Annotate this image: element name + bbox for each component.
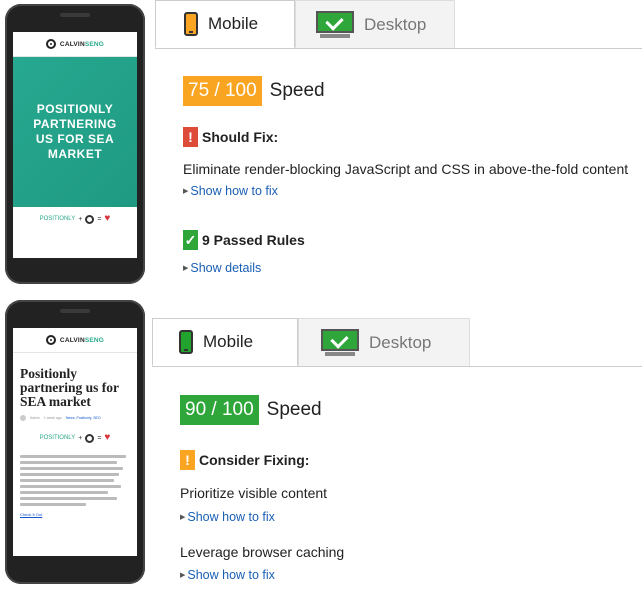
score-badge: 75 / 100	[183, 76, 262, 106]
phone-screen-bottom: CALVINSENG Positionly partnering us for …	[13, 328, 137, 556]
device-tabs-bottom: Mobile Desktop	[152, 318, 642, 367]
hero-title: POSITIONLY PARTNERING US FOR SEA MARKET	[33, 102, 117, 161]
passed-rules-heading: ✓ 9 Passed Rules	[183, 230, 305, 250]
positionly-logo: POSITIONLY	[39, 435, 76, 441]
desktop-monitor-icon	[321, 328, 359, 357]
article-body	[20, 455, 130, 506]
show-how-label: Show how to fix	[187, 510, 275, 524]
phone-mockup-top: CALVINSENG POSITIONLY PARTNERING US FOR …	[5, 4, 145, 284]
calvinseng-logo-icon	[85, 214, 95, 224]
rule-render-blocking: Eliminate render-blocking JavaScript and…	[183, 161, 629, 177]
exclamation-icon: !	[183, 127, 198, 147]
rule-browser-caching: Leverage browser caching	[180, 544, 345, 560]
speed-score-row: 75 / 100 Speed	[183, 76, 325, 106]
partner-row: POSITIONLY + = ♥	[13, 427, 137, 449]
rule-prioritize-visible: Prioritize visible content	[180, 485, 328, 501]
phone-speaker	[60, 13, 90, 17]
heart-icon: ♥	[104, 432, 111, 443]
triangle-right-icon: ▶	[180, 572, 186, 579]
triangle-right-icon: ▶	[183, 265, 189, 272]
score-badge: 90 / 100	[180, 395, 259, 425]
site-logo: CALVINSENG	[59, 336, 105, 344]
bottom-panel: CALVINSENG Positionly partnering us for …	[0, 300, 642, 600]
tab-desktop-label: Desktop	[369, 332, 432, 352]
desktop-monitor-icon	[316, 10, 354, 39]
show-how-to-fix-link[interactable]: ▶ Show how to fix	[180, 510, 275, 524]
show-how-label: Show how to fix	[187, 568, 275, 582]
plus-icon: +	[78, 215, 83, 223]
positionly-logo: POSITIONLY	[39, 216, 76, 222]
logo-icon	[45, 39, 56, 49]
tab-mobile[interactable]: Mobile	[155, 0, 295, 48]
show-details-label: Show details	[190, 261, 262, 275]
avatar	[20, 415, 26, 421]
score-label: Speed	[266, 399, 322, 420]
meta-tags: News, Positionly, SEO	[65, 416, 101, 420]
show-how-label: Show how to fix	[190, 184, 278, 198]
show-details-link[interactable]: ▶ Show details	[183, 261, 261, 275]
tab-mobile-label: Mobile	[203, 332, 254, 351]
mobile-phone-icon	[179, 330, 193, 354]
consider-fixing-title: Consider Fixing:	[199, 452, 310, 468]
phone-mockup-bottom: CALVINSENG Positionly partnering us for …	[5, 300, 145, 584]
tab-mobile-label: Mobile	[208, 14, 259, 33]
tab-desktop[interactable]: Desktop	[298, 318, 470, 366]
meta-time: 1 week ago	[43, 416, 62, 420]
heart-icon: ♥	[104, 213, 111, 224]
show-how-to-fix-link[interactable]: ▶ Show how to fix	[180, 568, 275, 582]
plus-icon: +	[78, 434, 83, 442]
article-meta: Admin 1 week ago News, Positionly, SEO	[20, 415, 130, 421]
top-panel: CALVINSENG POSITIONLY PARTNERING US FOR …	[0, 0, 642, 300]
article-title: Positionly partnering us for SEA market	[20, 366, 119, 409]
triangle-right-icon: ▶	[180, 514, 186, 521]
show-how-to-fix-link[interactable]: ▶ Show how to fix	[183, 184, 278, 198]
passed-rules-title: 9 Passed Rules	[202, 232, 305, 248]
score-label: Speed	[269, 80, 325, 101]
exclamation-icon: !	[180, 450, 195, 470]
should-fix-heading: ! Should Fix:	[183, 127, 278, 147]
mobile-phone-icon	[184, 12, 198, 36]
check-it-out-link[interactable]: Check It Out	[20, 512, 130, 517]
device-tabs-top: Mobile Desktop	[155, 0, 642, 49]
equals-icon: =	[97, 215, 102, 223]
equals-icon: =	[97, 434, 102, 442]
speed-score-row: 90 / 100 Speed	[180, 395, 322, 425]
should-fix-title: Should Fix:	[202, 129, 279, 145]
site-logo: CALVINSENG	[59, 40, 105, 48]
phone-speaker	[60, 309, 90, 313]
meta-author: Admin	[30, 416, 40, 420]
logo-icon	[45, 335, 56, 345]
site-header: CALVINSENG	[13, 32, 137, 57]
phone-screen-top: CALVINSENG POSITIONLY PARTNERING US FOR …	[13, 32, 137, 258]
consider-fixing-heading: ! Consider Fixing:	[180, 450, 309, 470]
triangle-right-icon: ▶	[183, 188, 189, 195]
partner-row: POSITIONLY + = ♥	[13, 207, 137, 231]
hero-banner: POSITIONLY PARTNERING US FOR SEA MARKET	[13, 57, 137, 207]
tab-desktop[interactable]: Desktop	[295, 0, 455, 48]
calvinseng-logo-icon	[85, 433, 95, 443]
checkmark-icon: ✓	[183, 230, 198, 250]
tab-desktop-label: Desktop	[364, 14, 427, 34]
site-header: CALVINSENG	[13, 328, 137, 353]
tab-mobile[interactable]: Mobile	[152, 318, 298, 366]
